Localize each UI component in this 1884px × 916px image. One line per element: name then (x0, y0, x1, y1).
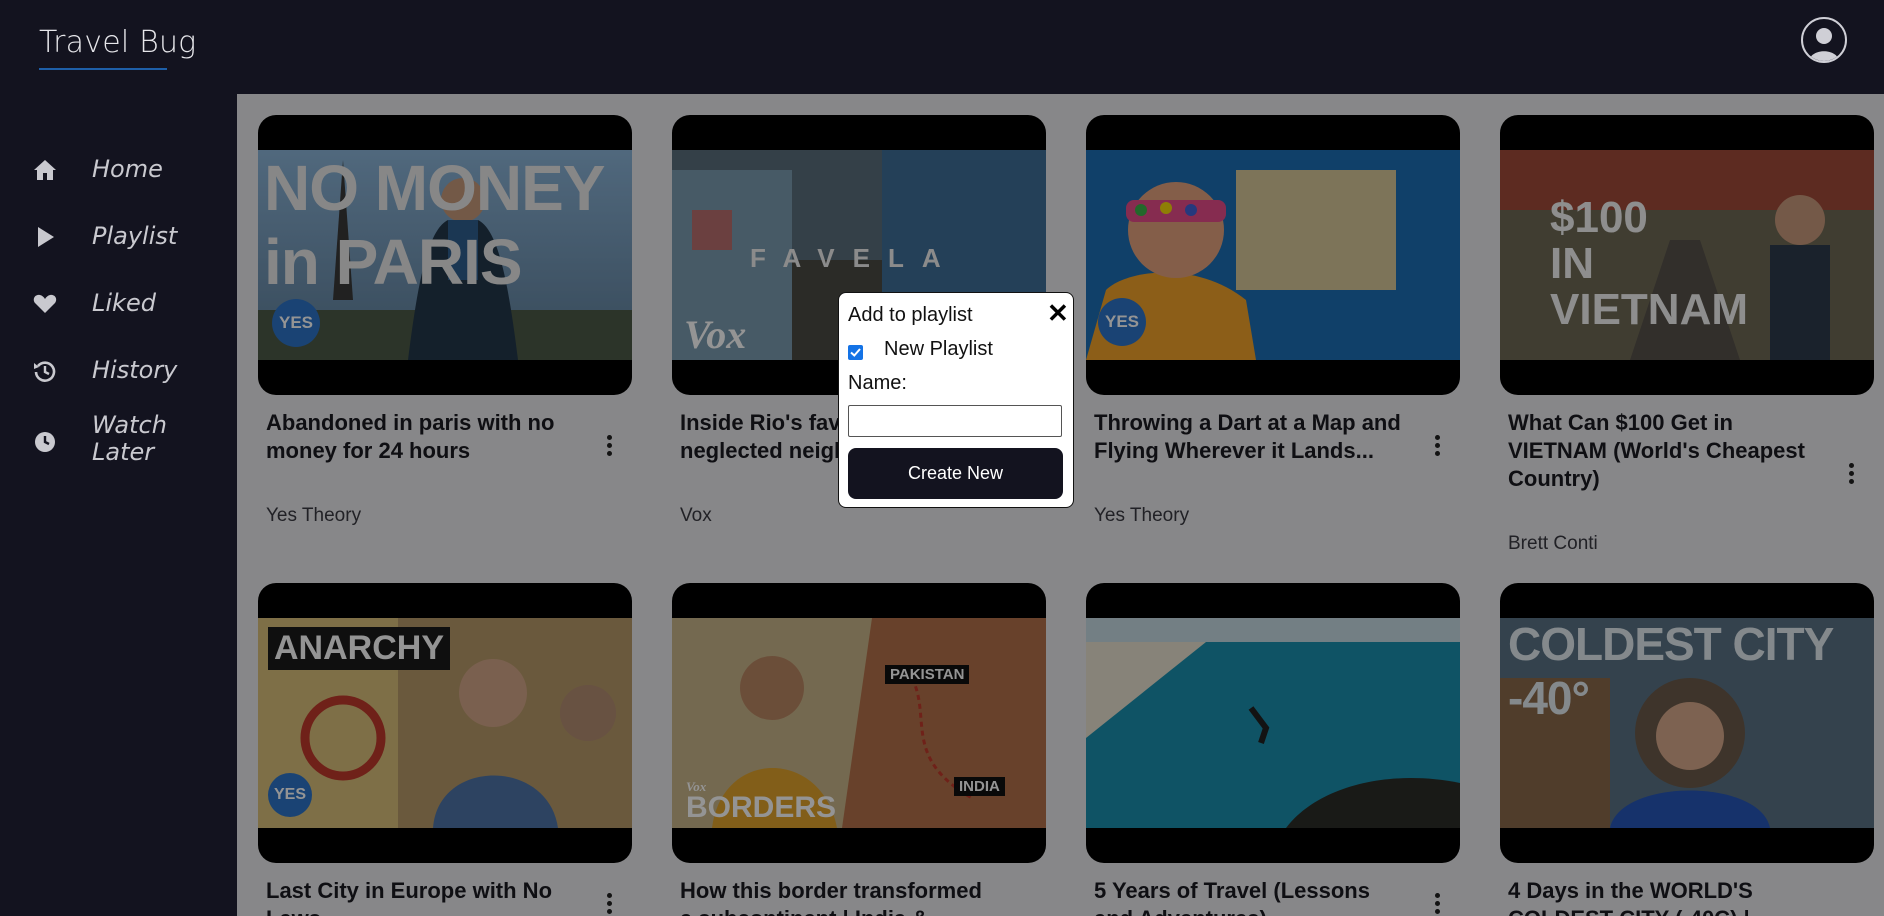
close-icon[interactable]: ✕ (1047, 299, 1069, 327)
sidebar-item-home[interactable]: Home (0, 144, 237, 196)
sidebar-item-label: Watch Later (92, 411, 167, 466)
history-icon (34, 361, 56, 382)
play-icon (38, 227, 54, 247)
clock-icon (35, 432, 55, 452)
modal-title: Add to playlist (848, 304, 973, 326)
brand-underline (39, 68, 167, 70)
user-avatar-icon[interactable] (1801, 17, 1847, 63)
sidebar-item-label: Home (92, 155, 163, 183)
top-header: Travel Bug (0, 0, 1884, 94)
heart-icon (33, 294, 57, 313)
sidebar-item-label: Liked (92, 289, 156, 317)
home-icon (34, 160, 56, 180)
playlist-name-input[interactable] (848, 405, 1062, 437)
new-playlist-label: New Playlist (884, 338, 993, 360)
sidebar-item-watch-later[interactable]: Watch Later (0, 412, 237, 472)
create-new-button[interactable]: Create New (848, 448, 1063, 499)
sidebar: Home Playlist Liked History Watch Later (0, 94, 237, 916)
sidebar-item-label: Playlist (92, 222, 178, 250)
brand-logo[interactable]: Travel Bug (39, 25, 196, 60)
sidebar-item-liked[interactable]: Liked (0, 278, 237, 330)
name-label: Name: (848, 372, 907, 394)
add-to-playlist-modal: Add to playlist ✕ New Playlist Name: Cre… (838, 292, 1074, 508)
sidebar-item-label: History (92, 356, 178, 384)
sidebar-item-history[interactable]: History (0, 345, 237, 397)
sidebar-item-playlist[interactable]: Playlist (0, 211, 237, 263)
new-playlist-checkbox[interactable] (848, 345, 863, 360)
